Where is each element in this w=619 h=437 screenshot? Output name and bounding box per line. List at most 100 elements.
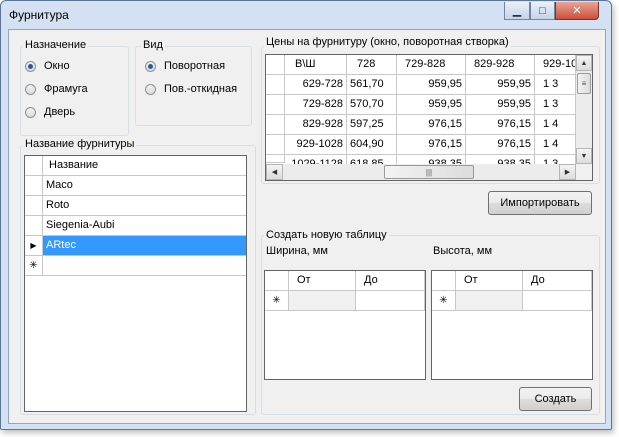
prices-grid[interactable]: В\Ш 728 729-828 829-928 929-102 629-728 … — [265, 54, 593, 181]
row-header[interactable] — [266, 95, 285, 115]
column-header[interactable]: 729-828 — [397, 55, 466, 75]
scroll-right-icon[interactable]: ▶ — [559, 164, 576, 180]
row-header-corner — [266, 55, 285, 75]
purpose-radio-door[interactable]: Дверь — [25, 105, 115, 121]
horizontal-scrollbar[interactable]: ◀ ||| ▶ — [266, 164, 576, 180]
column-header-name[interactable]: Название — [43, 156, 246, 176]
view-radio-tilt-turn[interactable]: Пов.-откидная — [145, 82, 245, 98]
price-cell[interactable]: 1 4 — [535, 135, 576, 155]
width-grid[interactable]: От До ✳ — [264, 270, 426, 380]
price-cell[interactable]: 1 3 — [535, 75, 576, 95]
row-header-corner — [432, 271, 456, 291]
row-label[interactable]: 929-1028 — [285, 135, 347, 155]
radio-indicator — [145, 61, 156, 72]
row-header-corner — [25, 156, 43, 176]
dialog-client-area: Назначение Окно Фрамуга Дверь Вид Поворо… — [8, 29, 606, 424]
column-header-to[interactable]: До — [356, 271, 425, 291]
new-row-icon[interactable]: ✳ — [432, 291, 456, 311]
to-cell[interactable] — [523, 291, 592, 311]
vertical-scrollbar[interactable]: ▲ ≡ ▼ — [576, 55, 592, 164]
table-row[interactable]: Maco — [43, 176, 246, 196]
height-grid[interactable]: От До ✳ — [431, 270, 593, 380]
price-cell[interactable]: 959,95 — [466, 75, 535, 95]
price-cell[interactable]: 976,15 — [466, 135, 535, 155]
table-row-selected[interactable]: ARtec — [43, 236, 246, 256]
from-cell[interactable] — [289, 291, 356, 311]
table-row[interactable]: Siegenia-Aubi — [43, 216, 246, 236]
price-cell[interactable]: 1 3 — [535, 95, 576, 115]
column-header-corner[interactable]: В\Ш — [285, 55, 347, 75]
radio-label: Фрамуга — [44, 83, 88, 95]
new-row-icon[interactable]: ✳ — [25, 256, 43, 276]
table-row[interactable]: Roto — [43, 196, 246, 216]
maximize-button[interactable]: □ — [530, 2, 555, 20]
prices-legend: Цены на фурнитуру (окно, поворотная ство… — [264, 36, 511, 48]
window-frame: Фурнитура ▁ □ ✕ Назначение Окно Фрамуга … — [0, 0, 612, 430]
price-cell[interactable]: 561,70 — [347, 75, 397, 95]
hardware-grid[interactable]: Название Maco Roto Siegenia-Aubi ▶ ARtec… — [24, 155, 247, 412]
close-button[interactable]: ✕ — [555, 2, 599, 20]
radio-indicator — [25, 61, 36, 72]
scroll-up-icon[interactable]: ▲ — [576, 55, 592, 71]
purpose-radio-window[interactable]: Окно — [25, 59, 115, 75]
column-header[interactable]: 728 — [347, 55, 397, 75]
row-header[interactable] — [266, 75, 285, 95]
radio-label: Поворотная — [164, 60, 226, 72]
view-radio-swing[interactable]: Поворотная — [145, 59, 245, 75]
radio-label: Дверь — [44, 106, 76, 118]
minimize-button[interactable]: ▁ — [504, 2, 530, 20]
import-button[interactable]: Импортировать — [488, 191, 592, 215]
minimize-icon: ▁ — [512, 5, 522, 17]
row-header[interactable] — [266, 155, 285, 163]
maximize-icon: □ — [539, 4, 546, 17]
price-cell[interactable]: 570,70 — [347, 95, 397, 115]
column-header[interactable]: 829-928 — [466, 55, 535, 75]
price-cell[interactable]: 959,95 — [397, 75, 466, 95]
new-row-icon[interactable]: ✳ — [265, 291, 289, 311]
column-header-from[interactable]: От — [289, 271, 356, 291]
current-row-icon[interactable]: ▶ — [25, 236, 43, 256]
row-label[interactable]: 729-828 — [285, 95, 347, 115]
price-cell[interactable]: 1 4 — [535, 115, 576, 135]
price-cell[interactable]: 976,15 — [397, 135, 466, 155]
to-cell[interactable] — [356, 291, 425, 311]
height-label: Высота, мм — [433, 245, 493, 257]
radio-indicator — [25, 84, 36, 95]
title-bar[interactable]: Фурнитура ▁ □ ✕ — [1, 1, 613, 29]
scrollbar-corner — [576, 164, 592, 180]
from-cell[interactable] — [456, 291, 523, 311]
column-header-to[interactable]: До — [523, 271, 592, 291]
new-row-cell[interactable] — [43, 256, 246, 276]
row-header[interactable] — [25, 176, 43, 196]
column-header-from[interactable]: От — [456, 271, 523, 291]
radio-indicator — [145, 84, 156, 95]
row-header[interactable] — [25, 216, 43, 236]
view-legend: Вид — [141, 39, 165, 51]
row-label[interactable]: 629-728 — [285, 75, 347, 95]
purpose-legend: Назначение — [23, 39, 89, 51]
close-icon: ✕ — [572, 5, 582, 17]
radio-label: Пов.-откидная — [164, 83, 238, 95]
column-header[interactable]: 929-102 — [535, 55, 576, 75]
radio-label: Окно — [44, 60, 70, 72]
row-header[interactable] — [266, 135, 285, 155]
row-label[interactable]: 829-928 — [285, 115, 347, 135]
price-cell[interactable]: 976,15 — [466, 115, 535, 135]
price-cell[interactable]: 976,15 — [397, 115, 466, 135]
scroll-left-icon[interactable]: ◀ — [266, 164, 283, 180]
price-cell[interactable]: 959,95 — [466, 95, 535, 115]
price-cell[interactable]: 604,90 — [347, 135, 397, 155]
row-header[interactable] — [25, 196, 43, 216]
create-table-legend: Создать новую таблицу — [264, 229, 389, 241]
width-label: Ширина, мм — [266, 245, 328, 257]
price-cell[interactable]: 597,25 — [347, 115, 397, 135]
row-header[interactable] — [266, 115, 285, 135]
scroll-thumb[interactable]: ||| — [384, 165, 474, 179]
create-button[interactable]: Создать — [519, 387, 592, 411]
scroll-thumb[interactable]: ≡ — [577, 73, 591, 94]
scroll-down-icon[interactable]: ▼ — [576, 148, 592, 164]
price-cell[interactable]: 959,95 — [397, 95, 466, 115]
window-title: Фурнитура — [9, 8, 69, 22]
purpose-radio-transom[interactable]: Фрамуга — [25, 82, 115, 98]
hardware-legend: Название фурнитуры — [23, 138, 137, 150]
